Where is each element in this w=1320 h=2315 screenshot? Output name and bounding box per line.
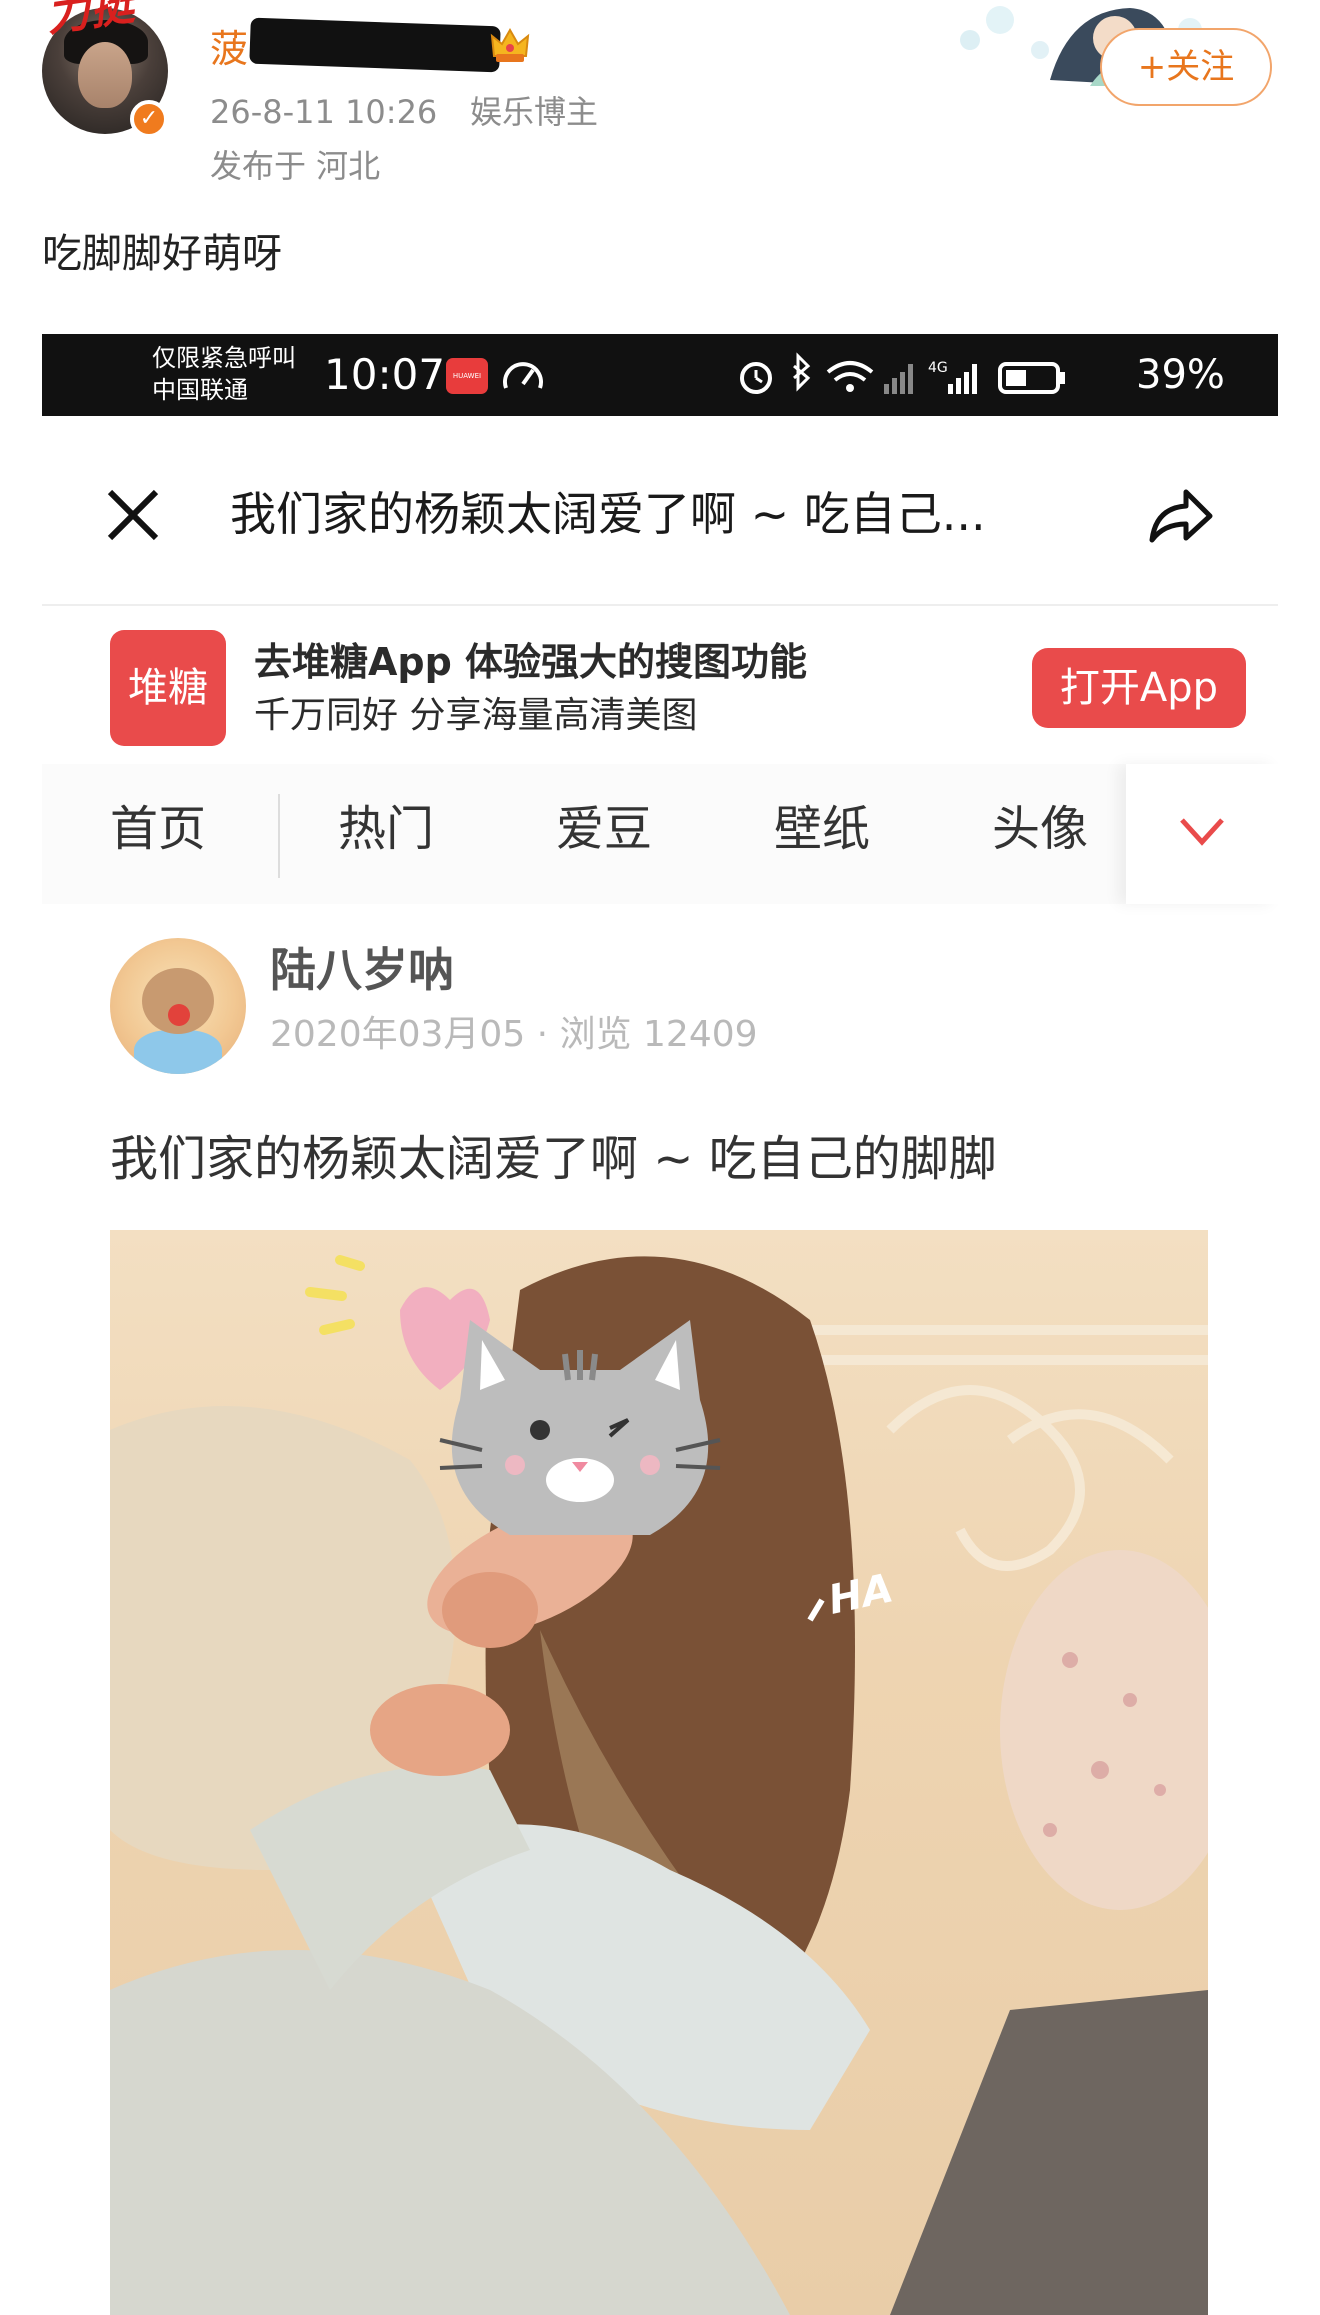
- wifi-icon: [826, 361, 874, 392]
- post-timestamp: 26-8-11 10:26: [210, 93, 438, 131]
- follow-button[interactable]: +关注: [1100, 28, 1272, 106]
- post-title: 我们家的杨颖太阔爱了啊 ~ 吃自己的脚脚: [110, 1131, 997, 1187]
- banner-title: 去堆糖App 体验强大的搜图功能: [254, 640, 808, 684]
- verified-badge-icon: ✓: [130, 100, 168, 138]
- embedded-screenshot: 仅限紧急呼叫 中国联通 10:07 HUAWEI 4G 39% 我们家的杨颖太阔…: [42, 334, 1278, 2315]
- carrier-line2: 中国联通: [152, 376, 248, 404]
- tab-hot[interactable]: 热门: [338, 796, 434, 862]
- author-role: 娱乐博主: [470, 93, 599, 131]
- post-photo[interactable]: HA: [110, 1230, 1208, 2315]
- tab-home[interactable]: 首页: [110, 796, 206, 862]
- banner-subtitle: 千万同好 分享海量高清美图: [254, 695, 698, 736]
- vip-crown-icon: [490, 27, 530, 62]
- weibo-post-header: ✓ 力挺 菠 26-8-11 10:26 娱乐博主 发布于 河北 +关注 吃脚脚…: [0, 0, 1320, 277]
- photo-illustration: HA: [110, 1255, 1208, 2315]
- share-icon[interactable]: [1146, 484, 1216, 546]
- post-caption: 吃脚脚好萌呀: [42, 231, 282, 277]
- battery-icon: [998, 362, 1065, 394]
- page-navbar: 我们家的杨颖太阔爱了啊 ~ 吃自己...: [42, 416, 1278, 606]
- open-app-button[interactable]: 打开App: [1032, 648, 1246, 728]
- post-author-name[interactable]: 陆八岁呐: [270, 938, 454, 1002]
- post-meta: 2020年03月05 · 浏览 12409: [270, 1014, 758, 1055]
- signal-icon-1: [884, 364, 913, 394]
- close-icon[interactable]: [104, 486, 162, 544]
- author-username[interactable]: 菠: [210, 24, 248, 74]
- chevron-down-icon: [1180, 818, 1224, 846]
- status-time: 10:07: [324, 350, 446, 399]
- bluetooth-icon: [793, 352, 811, 392]
- battery-percent: 39%: [1136, 352, 1225, 398]
- tabs-expand-button[interactable]: [1126, 764, 1278, 904]
- tab-wallpaper[interactable]: 壁纸: [774, 796, 870, 862]
- category-tabs: 首页 热门 爱豆 壁纸 头像: [42, 764, 1278, 904]
- post-location: 发布于 河北: [210, 147, 381, 185]
- alarm-icon: [740, 362, 772, 394]
- carrier-line1: 仅限紧急呼叫: [152, 344, 296, 372]
- app-promo-banner[interactable]: 堆糖 去堆糖App 体验强大的搜图功能 千万同好 分享海量高清美图 打开App: [42, 624, 1278, 764]
- tab-avatar[interactable]: 头像: [992, 796, 1088, 862]
- huawei-app-icon: HUAWEI: [446, 358, 488, 394]
- svg-text:4G: 4G: [928, 360, 948, 376]
- cat-sticker-icon: [439, 1320, 721, 1535]
- tab-divider: [278, 794, 280, 878]
- speed-gauge-icon: [503, 362, 543, 389]
- post-author-avatar[interactable]: [110, 938, 246, 1074]
- status-bar: 仅限紧急呼叫 中国联通 10:07 HUAWEI 4G 39%: [42, 334, 1278, 416]
- duitang-logo: 堆糖: [110, 630, 226, 746]
- username-redaction: [249, 17, 501, 73]
- signal-icon-4g: 4G: [928, 360, 977, 394]
- status-icons: 4G: [740, 352, 1065, 394]
- page-title: 我们家的杨颖太阔爱了啊 ~ 吃自己...: [230, 487, 986, 541]
- tab-idol[interactable]: 爱豆: [556, 796, 652, 862]
